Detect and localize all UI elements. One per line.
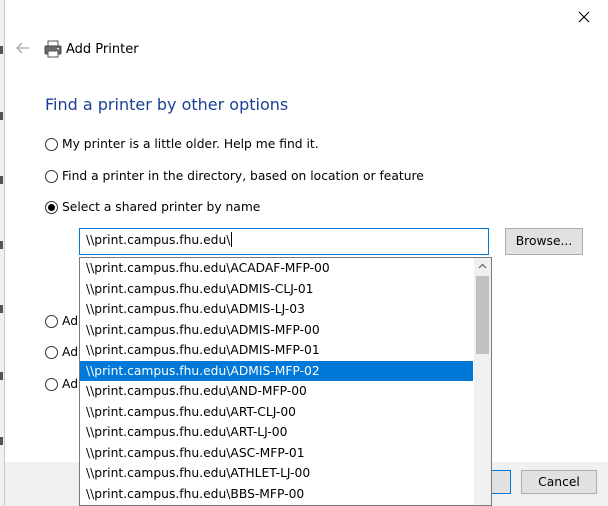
option-label: Find a printer in the directory, based o… [62, 169, 424, 183]
cancel-button[interactable]: Cancel [521, 470, 597, 494]
printer-suggestion-item[interactable]: \\print.campus.fhu.edu\ADMIS-MFP-02 [80, 360, 473, 381]
option-label: Ad [62, 314, 79, 328]
back-arrow-icon [16, 42, 29, 54]
radio-button-checked[interactable] [45, 200, 58, 214]
option-shared-printer[interactable]: Select a shared printer by name [45, 200, 260, 214]
printer-suggestion-item[interactable]: \\print.campus.fhu.edu\ADMIS-LJ-03 [80, 299, 473, 320]
printer-suggestion-item[interactable]: \\print.campus.fhu.edu\ASC-MFP-01 [80, 443, 473, 464]
option-add-partial[interactable]: Ad [45, 377, 78, 391]
option-directory-search[interactable]: Find a printer in the directory, based o… [45, 169, 424, 183]
background-mark [0, 176, 3, 184]
option-label: Ad [62, 345, 79, 359]
radio-button[interactable] [45, 377, 58, 391]
printer-suggestion-item[interactable]: \\print.campus.fhu.edu\ADMIS-MFP-00 [80, 320, 473, 341]
close-button[interactable] [575, 8, 593, 26]
option-add-partial[interactable]: Ad [45, 314, 78, 328]
radio-button[interactable] [45, 314, 58, 328]
radio-button[interactable] [45, 169, 58, 183]
dropdown-scrollbar[interactable] [474, 258, 491, 505]
shared-printer-path-input[interactable]: \\print.campus.fhu.edu\ [79, 228, 489, 255]
scroll-thumb[interactable] [476, 276, 489, 354]
back-button[interactable] [15, 41, 35, 57]
printer-autocomplete-dropdown[interactable]: \\print.campus.fhu.edu\ACADAF-MFP-00 \\pr… [79, 257, 492, 506]
printer-suggestion-list: \\print.campus.fhu.edu\ACADAF-MFP-00 \\pr… [80, 258, 473, 504]
background-mark [0, 437, 3, 445]
chevron-up-icon [478, 263, 487, 269]
add-printer-dialog: Add Printer Find a printer by other opti… [4, 0, 608, 506]
printer-suggestion-item[interactable]: \\print.campus.fhu.edu\ART-LJ-00 [80, 422, 473, 443]
printer-suggestion-item[interactable]: \\print.campus.fhu.edu\ATHLET-LJ-00 [80, 463, 473, 484]
printer-suggestion-item[interactable]: \\print.campus.fhu.edu\ADMIS-CLJ-01 [80, 279, 473, 300]
background-mark [0, 241, 3, 249]
background-mark [0, 46, 3, 54]
page-heading: Find a printer by other options [45, 95, 289, 114]
option-label: My printer is a little older. Help me fi… [62, 137, 319, 151]
dialog-title: Add Printer [66, 42, 139, 57]
printer-suggestion-item[interactable]: \\print.campus.fhu.edu\ACADAF-MFP-00 [80, 258, 473, 279]
printer-suggestion-item[interactable]: \\print.campus.fhu.edu\BBS-MFP-00 [80, 484, 473, 505]
printer-suggestion-item[interactable]: \\print.campus.fhu.edu\AND-MFP-00 [80, 381, 473, 402]
background-mark [0, 112, 3, 120]
option-label: Select a shared printer by name [62, 200, 261, 214]
scroll-up-button[interactable] [474, 258, 491, 275]
background-mark [0, 372, 3, 380]
radio-button[interactable] [45, 345, 58, 359]
printer-suggestion-item[interactable]: \\print.campus.fhu.edu\ART-CLJ-00 [80, 402, 473, 423]
option-label: Ad [62, 377, 79, 391]
path-input-value: \\print.campus.fhu.edu\ [86, 233, 231, 247]
radio-button[interactable] [45, 137, 58, 151]
text-caret [231, 232, 233, 247]
option-add-partial[interactable]: Ad [45, 345, 78, 359]
background-mark [0, 305, 3, 313]
option-older-printer[interactable]: My printer is a little older. Help me fi… [45, 137, 319, 151]
printer-suggestion-item[interactable]: \\print.campus.fhu.edu\ADMIS-MFP-01 [80, 340, 473, 361]
printer-icon [43, 38, 63, 60]
close-icon [578, 11, 590, 23]
browse-button[interactable]: Browse... [505, 228, 583, 255]
